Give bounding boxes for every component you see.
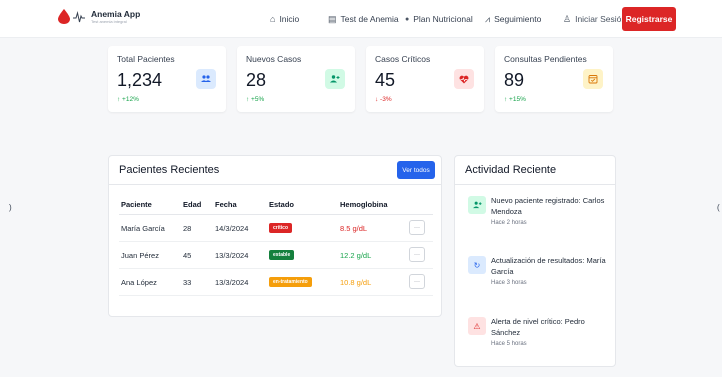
stat-delta: ↑ +12% <box>117 96 139 103</box>
row-actions-button[interactable]: ··· <box>409 220 425 235</box>
nav-seguimiento[interactable]: ⩘ Seguimiento <box>485 0 541 38</box>
user-plus-icon <box>325 69 345 89</box>
nav-label: Plan Nutricional <box>413 14 473 24</box>
hemoglobin-value: 12.2 g/dL <box>340 251 372 260</box>
stat-title: Consultas Pendientes <box>504 54 587 64</box>
divider <box>109 184 441 185</box>
nav-label: Test de Anemia <box>340 14 399 24</box>
patient-date: 13/3/2024 <box>215 251 249 260</box>
column-header: Estado <box>269 200 295 209</box>
chart-line-icon: ⩘ <box>485 13 491 24</box>
activity-text: Nuevo paciente registrado: Carlos Mendoz… <box>491 196 605 216</box>
user-icon: ♙ <box>563 13 572 24</box>
column-header: Edad <box>183 200 202 209</box>
stat-card-nuevos-casos: Nuevos Casos 28 ↑ +5% <box>237 46 355 112</box>
column-header: Fecha <box>215 200 237 209</box>
carousel-right-edge[interactable]: ( <box>717 203 720 212</box>
row-actions-button[interactable]: ··· <box>409 274 425 289</box>
hemoglobin-value: 10.8 g/dL <box>340 278 372 287</box>
top-navbar: Anemia App Test anemia integral ⌂ Inicio… <box>0 0 722 38</box>
activity-time: Hace 3 horas <box>491 280 527 286</box>
patient-age: 28 <box>183 224 192 233</box>
patient-date: 14/3/2024 <box>215 224 249 233</box>
carousel-left-edge[interactable]: ) <box>9 203 12 212</box>
home-icon: ⌂ <box>270 14 276 24</box>
activity-text: Alerta de nivel crítico: Pedro Sánchez <box>491 317 585 337</box>
app-name: Anemia App <box>91 8 141 19</box>
stat-delta: ↑ +15% <box>504 96 526 103</box>
stat-title: Total Pacientes <box>117 54 175 64</box>
card-title: Pacientes Recientes <box>119 164 220 176</box>
nav-label: Seguimiento <box>494 14 542 24</box>
divider <box>119 295 433 296</box>
stat-value: 1,234 <box>117 70 163 90</box>
user-plus-icon <box>468 196 486 214</box>
patient-date: 13/3/2024 <box>215 278 249 287</box>
status-badge: en-tratamiento <box>269 277 312 287</box>
nav-iniciar-sesion[interactable]: ♙ Iniciar Sesión <box>563 0 626 38</box>
stat-delta: ↑ +5% <box>246 96 265 103</box>
register-button[interactable]: Registrarse <box>622 7 676 31</box>
activity-text: Actualización de resultados: María Garcí… <box>491 256 606 276</box>
view-all-button[interactable]: Ver todos <box>397 161 435 179</box>
stat-value: 45 <box>375 70 396 90</box>
stat-card-total-pacientes: Total Pacientes 1,234 ↑ +12% <box>108 46 226 112</box>
app-tagline: Test anemia integral <box>91 18 127 24</box>
stat-card-casos-criticos: Casos Críticos 45 ↓ -3% <box>366 46 484 112</box>
heartbeat-icon <box>454 69 474 89</box>
divider <box>119 268 433 269</box>
calendar-icon <box>583 69 603 89</box>
column-header: Hemoglobina <box>340 200 388 209</box>
nav-inicio[interactable]: ⌂ Inicio <box>270 0 299 38</box>
heartbeat-line-icon <box>73 10 85 22</box>
apple-icon: ● <box>405 15 410 23</box>
divider <box>455 184 615 185</box>
patient-age: 33 <box>183 278 192 287</box>
warning-icon: ⚠ <box>468 317 486 335</box>
patient-name: Juan Pérez <box>121 251 159 260</box>
nav-test-anemia[interactable]: ▤ Test de Anemia <box>328 0 399 38</box>
stat-value: 89 <box>504 70 525 90</box>
nav-plan-nutricional[interactable]: ● Plan Nutricional <box>405 0 473 38</box>
status-badge: crítico <box>269 223 293 233</box>
app-logo[interactable]: Anemia App Test anemia integral <box>58 9 140 24</box>
nav-label: Inicio <box>279 14 300 24</box>
stat-value: 28 <box>246 70 267 90</box>
stat-title: Nuevos Casos <box>246 54 302 64</box>
divider <box>119 214 433 215</box>
patient-name: María García <box>121 224 165 233</box>
status-badge: estable <box>269 250 295 260</box>
clipboard-icon: ▤ <box>328 13 337 24</box>
row-actions-button[interactable]: ··· <box>409 247 425 262</box>
column-header: Paciente <box>121 200 152 209</box>
refresh-icon: ↻ <box>468 256 486 274</box>
patient-age: 45 <box>183 251 192 260</box>
card-title: Actividad Reciente <box>465 164 557 176</box>
divider <box>119 241 433 242</box>
activity-time: Hace 5 horas <box>491 341 527 347</box>
patient-name: Ana López <box>121 278 157 287</box>
stat-title: Casos Críticos <box>375 54 431 64</box>
blood-drop-icon <box>58 9 70 24</box>
activity-time: Hace 2 horas <box>491 220 527 226</box>
stat-card-consultas-pendientes: Consultas Pendientes 89 ↑ +15% <box>495 46 613 112</box>
nav-label: Iniciar Sesión <box>575 14 627 24</box>
users-icon <box>196 69 216 89</box>
stat-delta: ↓ -3% <box>375 96 392 103</box>
recent-patients-card: Pacientes Recientes Ver todos Paciente E… <box>108 155 442 317</box>
hemoglobin-value: 8.5 g/dL <box>340 224 368 233</box>
recent-activity-card: Actividad Reciente Nuevo paciente regist… <box>454 155 616 367</box>
